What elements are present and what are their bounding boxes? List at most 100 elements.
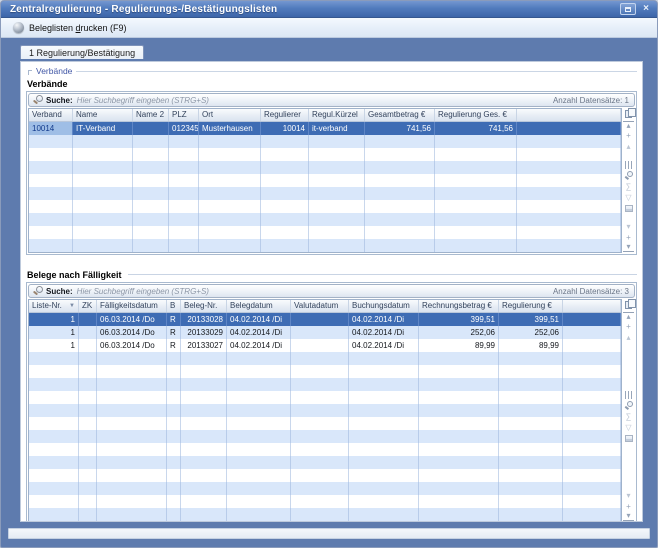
grid-cell[interactable]	[167, 391, 181, 404]
grid-cell[interactable]	[349, 469, 419, 482]
grid-cell[interactable]	[365, 213, 435, 226]
grid-cell[interactable]	[419, 495, 499, 508]
grid-cell[interactable]	[97, 443, 167, 456]
grid-cell[interactable]	[133, 122, 169, 135]
grid-cell[interactable]	[167, 352, 181, 365]
grid-cell[interactable]: 10014	[29, 122, 73, 135]
column-header[interactable]: Rechnungsbetrag €	[419, 300, 499, 312]
goto-last-row-icon[interactable]: ▾	[623, 512, 634, 521]
grid-cell[interactable]	[133, 187, 169, 200]
table-row[interactable]	[29, 174, 621, 187]
grid-cell[interactable]	[181, 443, 227, 456]
grid-cell[interactable]	[499, 508, 563, 521]
grid-cell[interactable]	[181, 508, 227, 521]
filter-icon[interactable]: ▽	[623, 192, 634, 203]
table-row[interactable]	[29, 213, 621, 226]
grid-cell[interactable]	[167, 495, 181, 508]
goto-first-row-icon[interactable]: ▴	[623, 121, 634, 130]
grid-cell[interactable]: 06.03.2014 /Do	[97, 313, 167, 326]
grid-cell[interactable]	[309, 239, 365, 252]
grid-cell[interactable]	[181, 482, 227, 495]
column-settings-icon[interactable]	[623, 159, 634, 170]
grid-cell[interactable]	[309, 161, 365, 174]
grid-cell[interactable]	[169, 187, 199, 200]
table-row[interactable]	[29, 187, 621, 200]
grid-cell[interactable]	[349, 495, 419, 508]
grid-cell[interactable]	[419, 365, 499, 378]
grid-cell[interactable]	[181, 417, 227, 430]
table-row[interactable]	[29, 148, 621, 161]
row-up-icon[interactable]: +	[623, 130, 634, 141]
grid-cell[interactable]: 04.02.2014 /Di	[227, 339, 291, 352]
column-header[interactable]: Regulierer	[261, 109, 309, 121]
grid-cell[interactable]	[97, 404, 167, 417]
grid-cell[interactable]	[29, 213, 73, 226]
grid-cell[interactable]	[79, 508, 97, 521]
grid-cell[interactable]	[349, 378, 419, 391]
grid-cell[interactable]	[181, 469, 227, 482]
grid-cell[interactable]	[73, 135, 133, 148]
grid-cell[interactable]: 012345	[169, 122, 199, 135]
grid-cell[interactable]: 04.02.2014 /Di	[349, 313, 419, 326]
grid-cell[interactable]	[169, 226, 199, 239]
grid-cell[interactable]	[499, 378, 563, 391]
grid-cell[interactable]	[181, 365, 227, 378]
grid-cell[interactable]	[181, 378, 227, 391]
grid-cell[interactable]	[29, 187, 73, 200]
grid-cell[interactable]	[291, 313, 349, 326]
grid-cell[interactable]	[133, 200, 169, 213]
grid-cell[interactable]	[227, 469, 291, 482]
grid-cell[interactable]: 1	[29, 339, 79, 352]
table-row[interactable]	[29, 508, 621, 521]
grid-cell[interactable]	[97, 469, 167, 482]
grid-cell[interactable]	[29, 456, 79, 469]
grid-cell[interactable]	[435, 174, 517, 187]
grid-cell[interactable]	[97, 495, 167, 508]
grid-cell[interactable]	[349, 443, 419, 456]
scroll-down-icon[interactable]: ▾	[623, 490, 634, 501]
grid-cell[interactable]	[227, 391, 291, 404]
grid-cell[interactable]	[499, 365, 563, 378]
column-header[interactable]: Gesamtbetrag €	[365, 109, 435, 121]
grid-cell[interactable]	[309, 135, 365, 148]
grid-cell[interactable]	[29, 469, 79, 482]
grid-cell[interactable]	[199, 226, 261, 239]
table-row[interactable]: 106.03.2014 /DoR2013302904.02.2014 /Di04…	[29, 326, 621, 339]
verbaende-search-input[interactable]	[77, 96, 545, 105]
grid-cell[interactable]	[79, 482, 97, 495]
grid-cell[interactable]	[261, 174, 309, 187]
grid-cell[interactable]: 04.02.2014 /Di	[349, 339, 419, 352]
table-row[interactable]: 10014IT-Verband012345Musterhausen10014it…	[29, 122, 621, 135]
grid-cell[interactable]	[419, 352, 499, 365]
grid-cell[interactable]	[291, 378, 349, 391]
grid-cell[interactable]	[29, 417, 79, 430]
column-header[interactable]: Beleg-Nr.	[181, 300, 227, 312]
grid-cell[interactable]: 20133027	[181, 339, 227, 352]
column-header[interactable]: B	[167, 300, 181, 312]
search-rows-icon[interactable]	[623, 170, 634, 181]
grid-cell[interactable]	[309, 226, 365, 239]
grid-cell[interactable]	[199, 174, 261, 187]
grid-cell[interactable]	[79, 495, 97, 508]
grid-cell[interactable]	[79, 430, 97, 443]
grid-cell[interactable]	[227, 352, 291, 365]
grid-cell[interactable]: 741,56	[435, 122, 517, 135]
grid-cell[interactable]	[291, 352, 349, 365]
column-header[interactable]: Name 2	[133, 109, 169, 121]
grid-cell[interactable]: 10014	[261, 122, 309, 135]
grid-cell[interactable]	[79, 326, 97, 339]
grid-cell[interactable]	[167, 443, 181, 456]
table-row[interactable]	[29, 417, 621, 430]
grid-cell[interactable]	[181, 391, 227, 404]
grid-cell[interactable]	[365, 226, 435, 239]
goto-last-row-icon[interactable]: ▾	[623, 243, 634, 252]
grid-cell[interactable]	[419, 508, 499, 521]
grid-cell[interactable]	[73, 213, 133, 226]
grid-cell[interactable]	[97, 391, 167, 404]
grid-cell[interactable]	[79, 417, 97, 430]
grid-cell[interactable]	[309, 213, 365, 226]
grid-cell[interactable]	[169, 135, 199, 148]
table-row[interactable]	[29, 404, 621, 417]
table-row[interactable]	[29, 469, 621, 482]
grid-cell[interactable]	[309, 148, 365, 161]
